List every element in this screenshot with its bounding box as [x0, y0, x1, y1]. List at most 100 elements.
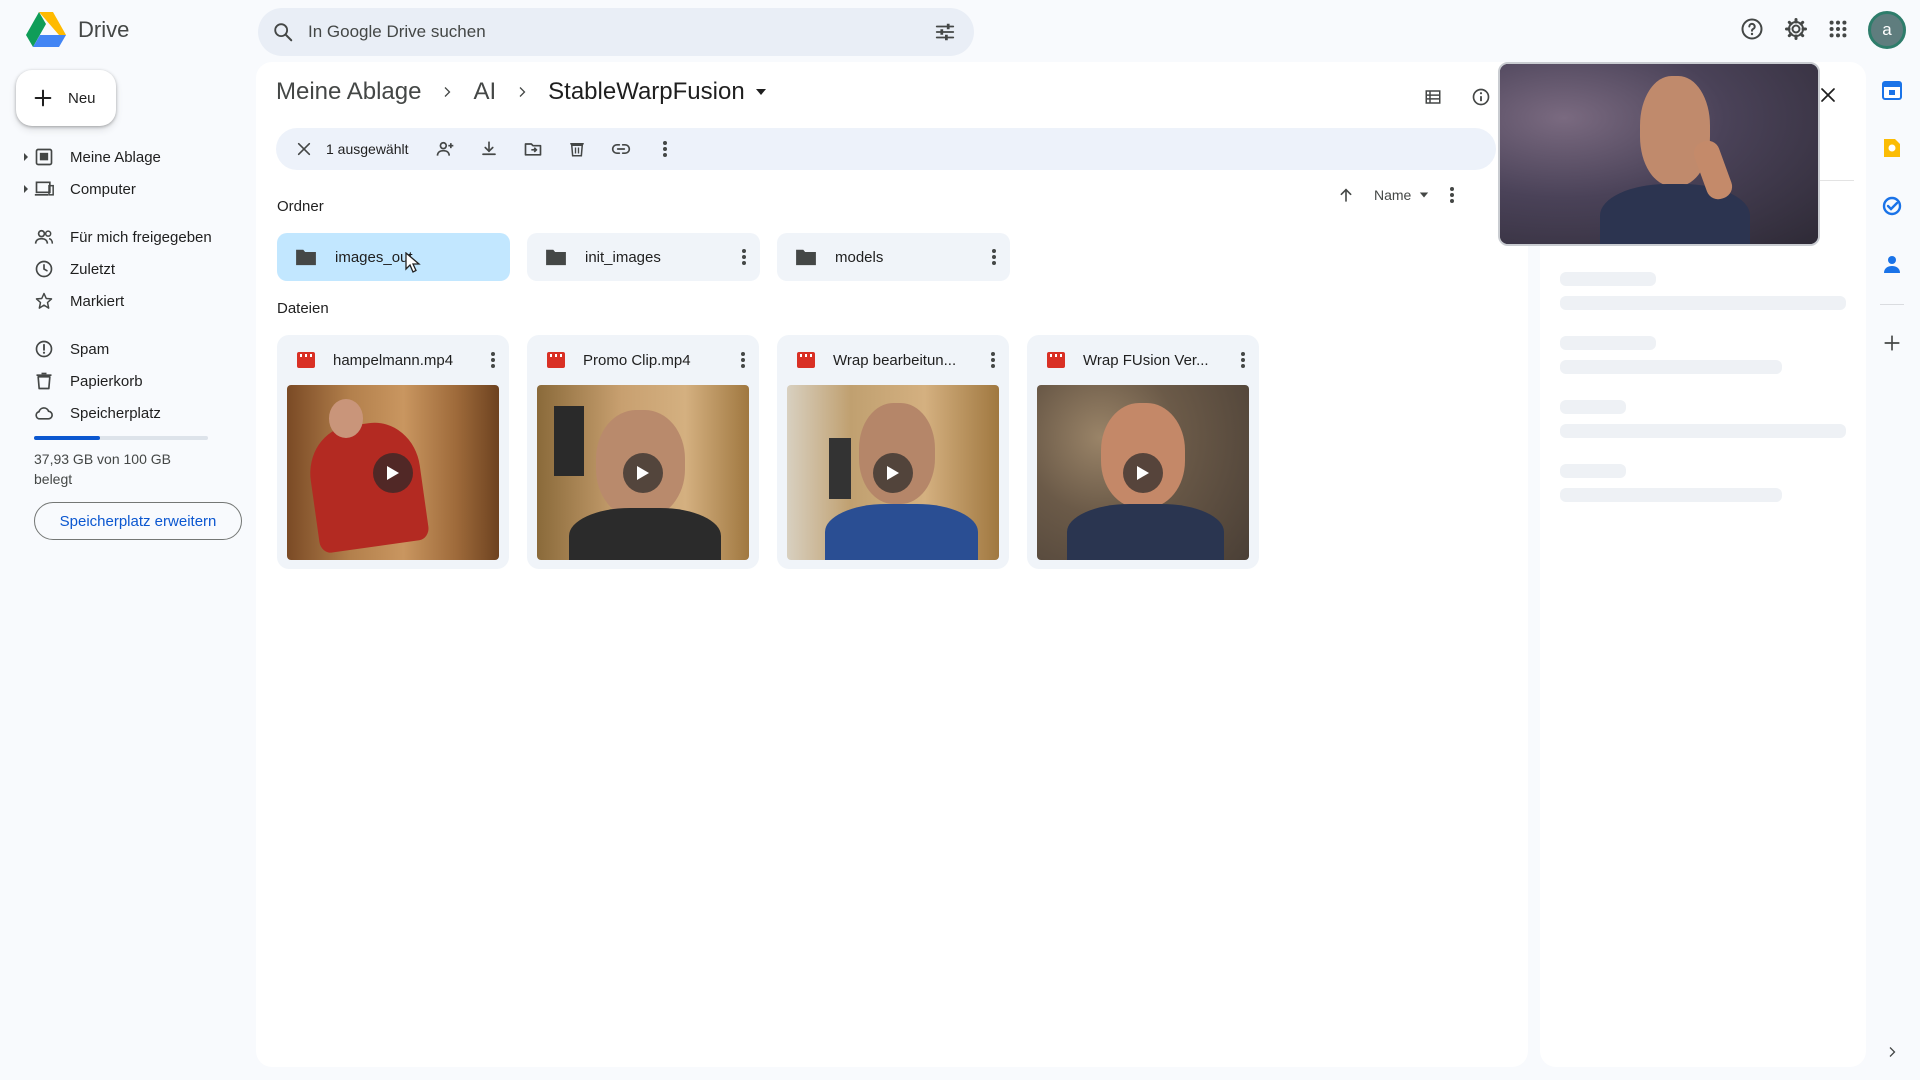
- caret-down-icon: [1420, 192, 1429, 198]
- side-apps-rail: [1872, 70, 1912, 379]
- search-bar[interactable]: [258, 8, 974, 56]
- more-actions-icon[interactable]: [643, 128, 687, 170]
- folder-more-icon[interactable]: [978, 241, 1010, 273]
- trash-icon: [36, 372, 52, 390]
- sidebar-item-recent[interactable]: Zuletzt: [0, 253, 256, 285]
- file-more-icon[interactable]: [727, 344, 759, 376]
- loading-placeholder: [1560, 336, 1656, 350]
- folder-icon: [546, 249, 566, 266]
- drive-logo[interactable]: Drive: [26, 12, 129, 48]
- loading-placeholder: [1560, 464, 1626, 478]
- files-section-title: Dateien: [277, 300, 329, 317]
- my-drive-icon: [35, 148, 53, 166]
- sort-by-name-button[interactable]: Name: [1374, 187, 1429, 203]
- add-addon-icon[interactable]: [1872, 323, 1912, 363]
- expand-caret-icon[interactable]: [24, 153, 28, 161]
- video-thumbnail[interactable]: [537, 385, 749, 560]
- arrow-up-icon[interactable]: [1338, 187, 1354, 203]
- trash-icon[interactable]: [555, 128, 599, 170]
- video-file-icon: [1047, 352, 1065, 368]
- play-icon: [1123, 452, 1163, 493]
- app-name: Drive: [78, 17, 130, 42]
- breadcrumb-item-my-drive[interactable]: Meine Ablage: [276, 78, 421, 106]
- selection-toolbar: 1 ausgewählt: [276, 128, 1496, 170]
- file-more-icon[interactable]: [1227, 344, 1259, 376]
- breadcrumb-item-ai[interactable]: AI: [473, 78, 496, 106]
- file-tile[interactable]: hampelmann.mp4: [277, 335, 509, 569]
- spam-icon: [35, 340, 53, 358]
- chevron-right-icon: [441, 86, 453, 98]
- video-thumbnail[interactable]: [287, 385, 499, 560]
- file-tile[interactable]: Wrap FUsion Ver...: [1027, 335, 1259, 569]
- expand-caret-icon[interactable]: [24, 185, 28, 193]
- loading-placeholder: [1560, 296, 1846, 310]
- contacts-icon[interactable]: [1872, 244, 1912, 284]
- loading-placeholder: [1560, 400, 1626, 414]
- folder-tile[interactable]: images_out: [277, 233, 510, 281]
- selection-count: 1 ausgewählt: [326, 141, 409, 157]
- mouse-cursor-icon: [405, 252, 421, 273]
- file-tile[interactable]: Wrap bearbeitun...: [777, 335, 1009, 569]
- move-to-folder-icon[interactable]: [511, 128, 555, 170]
- play-icon: [373, 452, 413, 493]
- search-input[interactable]: [308, 22, 934, 42]
- search-options-icon[interactable]: [934, 21, 956, 43]
- storage-bar: [34, 436, 208, 440]
- search-icon[interactable]: [272, 21, 294, 43]
- list-view-icon[interactable]: [1413, 77, 1453, 117]
- clear-selection-icon[interactable]: [282, 128, 326, 170]
- caret-down-icon[interactable]: [755, 86, 767, 98]
- folders-section-title: Ordner: [277, 198, 324, 215]
- share-person-add-icon[interactable]: [423, 128, 467, 170]
- loading-placeholder: [1560, 360, 1782, 374]
- breadcrumb-current-folder[interactable]: StableWarpFusion: [548, 78, 745, 106]
- expand-panel-icon[interactable]: [1872, 1032, 1912, 1072]
- sidebar-item-starred[interactable]: Markiert: [0, 285, 256, 317]
- info-icon[interactable]: [1461, 77, 1501, 117]
- video-thumbnail[interactable]: [787, 385, 999, 560]
- file-more-icon[interactable]: [977, 344, 1009, 376]
- video-file-icon: [297, 352, 315, 368]
- account-avatar[interactable]: a: [1868, 11, 1906, 49]
- folder-more-icon[interactable]: [728, 241, 760, 273]
- sidebar-item-computer[interactable]: Computer: [0, 173, 256, 205]
- video-file-icon: [547, 352, 565, 368]
- sidebar-item-shared[interactable]: Für mich freigegeben: [0, 221, 256, 253]
- sidebar-item-trash[interactable]: Papierkorb: [0, 365, 256, 397]
- get-more-storage-button[interactable]: Speicherplatz erweitern: [34, 502, 242, 540]
- file-more-icon[interactable]: [477, 344, 509, 376]
- video-file-icon: [797, 352, 815, 368]
- shared-icon: [34, 229, 54, 244]
- webcam-overlay[interactable]: [1498, 62, 1820, 246]
- sidebar-item-storage[interactable]: Speicherplatz: [0, 397, 256, 429]
- loading-placeholder: [1560, 424, 1846, 438]
- storage-bar-fill: [34, 436, 101, 440]
- keep-icon[interactable]: [1872, 128, 1912, 168]
- file-tile[interactable]: Promo Clip.mp4: [527, 335, 759, 569]
- gear-icon[interactable]: [1776, 9, 1816, 49]
- apps-grid-icon[interactable]: [1818, 9, 1858, 49]
- help-icon[interactable]: [1732, 9, 1772, 49]
- sidebar-item-spam[interactable]: Spam: [0, 333, 256, 365]
- sidebar-nav: Meine Ablage Computer Für mich freigegeb…: [0, 141, 256, 429]
- storage-usage-text: 37,93 GB von 100 GB belegt: [34, 451, 171, 487]
- folder-tile[interactable]: models: [777, 233, 1010, 281]
- loading-placeholder: [1560, 488, 1782, 502]
- chevron-right-icon: [516, 86, 528, 98]
- play-icon: [873, 452, 913, 493]
- folder-tile[interactable]: init_images: [527, 233, 760, 281]
- calendar-icon[interactable]: [1872, 70, 1912, 110]
- plus-icon: [34, 89, 52, 107]
- loading-placeholder: [1560, 272, 1656, 286]
- download-icon[interactable]: [467, 128, 511, 170]
- sidebar-item-my-drive[interactable]: Meine Ablage: [0, 141, 256, 173]
- more-options-icon[interactable]: [1449, 186, 1455, 204]
- tasks-icon[interactable]: [1872, 186, 1912, 226]
- new-button[interactable]: Neu: [16, 70, 116, 126]
- folder-icon: [796, 249, 816, 266]
- link-icon[interactable]: [599, 128, 643, 170]
- video-thumbnail[interactable]: [1037, 385, 1249, 560]
- star-icon: [35, 292, 53, 309]
- clock-icon: [35, 260, 53, 278]
- cloud-icon: [35, 407, 53, 420]
